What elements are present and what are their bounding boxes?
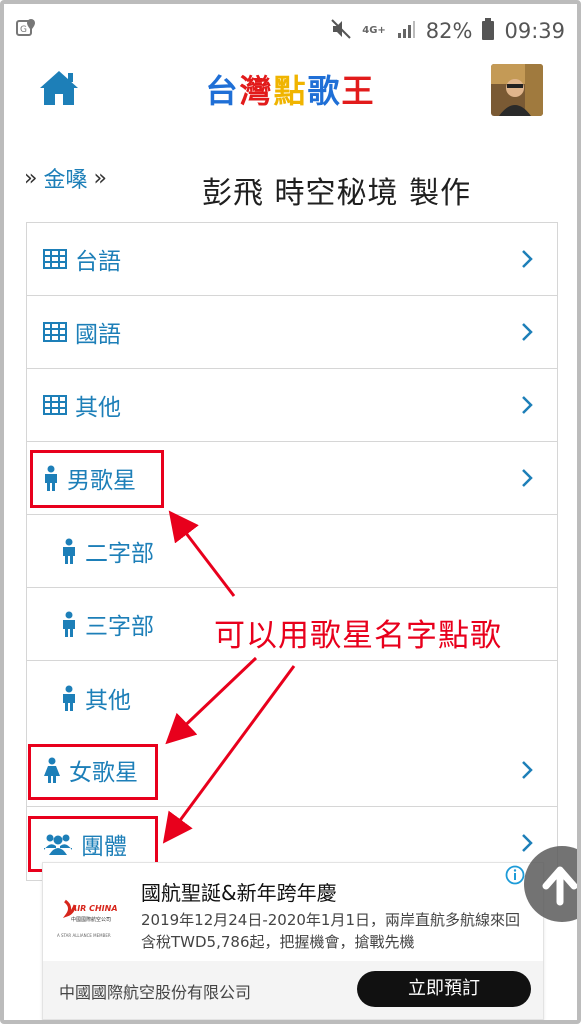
menu-item-label: 國語 — [75, 322, 121, 348]
male-icon — [61, 538, 77, 564]
phone-frame: G 4G+ 82% 09:39 台灣點歌王 » 金嗓 » 彭飛 時空秘境 製作 … — [0, 0, 581, 1024]
user-avatar[interactable] — [491, 64, 543, 116]
chevron-right-icon — [522, 250, 533, 268]
scroll-to-top-button[interactable] — [524, 846, 577, 922]
arrow-up-icon — [542, 866, 577, 906]
menu-item-mandarin[interactable]: 國語 — [27, 296, 557, 369]
table-icon — [43, 322, 67, 342]
submenu-item-label: 其他 — [85, 687, 131, 714]
submenu-item-label: 二字部 — [85, 541, 154, 567]
svg-text:中國國際航空公司: 中國國際航空公司 — [71, 916, 111, 923]
battery-icon — [482, 17, 495, 45]
breadcrumb: » 金嗓 » — [24, 162, 107, 194]
ad-footer: 中國國際航空股份有限公司 立即預訂 — [43, 961, 543, 1019]
table-icon — [43, 395, 67, 415]
status-bar: G 4G+ 82% 09:39 — [4, 4, 577, 56]
advertisement[interactable]: AIR CHINA 中國國際航空公司 A STAR ALLIANCE MEMBE… — [42, 862, 544, 1020]
submenu-item-two-characters[interactable]: 二字部 — [27, 515, 557, 588]
menu-item-label: 台語 — [75, 249, 121, 275]
chevron-right-icon — [522, 396, 533, 414]
highlight-female-singers — [28, 744, 158, 800]
ad-title: 國航聖誕&新年跨年慶 — [141, 881, 337, 905]
title-char-5: 王 — [341, 72, 376, 110]
clock: 09:39 — [504, 19, 565, 43]
book-now-button[interactable]: 立即預訂 — [357, 971, 531, 1007]
maps-notification-icon: G — [16, 18, 36, 38]
chevron-right-icon — [522, 469, 533, 487]
annotation-text: 可以用歌星名字點歌 — [214, 618, 502, 654]
male-icon — [61, 611, 77, 637]
menu-item-other-language[interactable]: 其他 — [27, 369, 557, 442]
page-title: 彭飛 時空秘境 製作 — [202, 176, 472, 211]
highlight-male-singers — [30, 450, 164, 508]
network-type: 4G+ — [362, 25, 386, 36]
title-char-3: 點 — [273, 72, 308, 110]
table-icon — [43, 249, 67, 269]
menu-item-taiwanese[interactable]: 台語 — [27, 223, 557, 296]
air-china-logo: AIR CHINA 中國國際航空公司 A STAR ALLIANCE MEMBE… — [55, 897, 125, 947]
svg-text:A STAR ALLIANCE MEMBER: A STAR ALLIANCE MEMBER — [57, 933, 111, 938]
svg-text:AIR CHINA: AIR CHINA — [70, 904, 118, 913]
breadcrumb-separator: » — [24, 165, 38, 191]
battery-level: 82% — [425, 19, 473, 43]
submenu-item-other[interactable]: 其他 — [27, 661, 557, 734]
svg-text:G: G — [20, 25, 27, 35]
mute-icon — [330, 18, 352, 45]
app-header: 台灣點歌王 — [4, 56, 577, 126]
ad-company: 中國國際航空股份有限公司 — [59, 983, 252, 1002]
male-icon — [61, 685, 77, 711]
signal-icon — [396, 19, 416, 44]
title-char-4: 歌 — [307, 72, 342, 110]
menu-item-label: 其他 — [75, 395, 121, 421]
title-char-2: 灣 — [239, 72, 274, 110]
chevron-right-icon — [522, 761, 533, 779]
breadcrumb-link-jinsang[interactable]: 金嗓 — [43, 162, 87, 194]
info-icon[interactable] — [505, 865, 525, 885]
ad-body: 2019年12月24日-2020年1月1日，兩岸直航多航線來回含稅TWD5,78… — [141, 911, 521, 951]
submenu-item-label: 三字部 — [85, 614, 154, 640]
breadcrumb-separator: » — [93, 165, 107, 191]
title-char-1: 台 — [205, 72, 240, 110]
chevron-right-icon — [522, 323, 533, 341]
